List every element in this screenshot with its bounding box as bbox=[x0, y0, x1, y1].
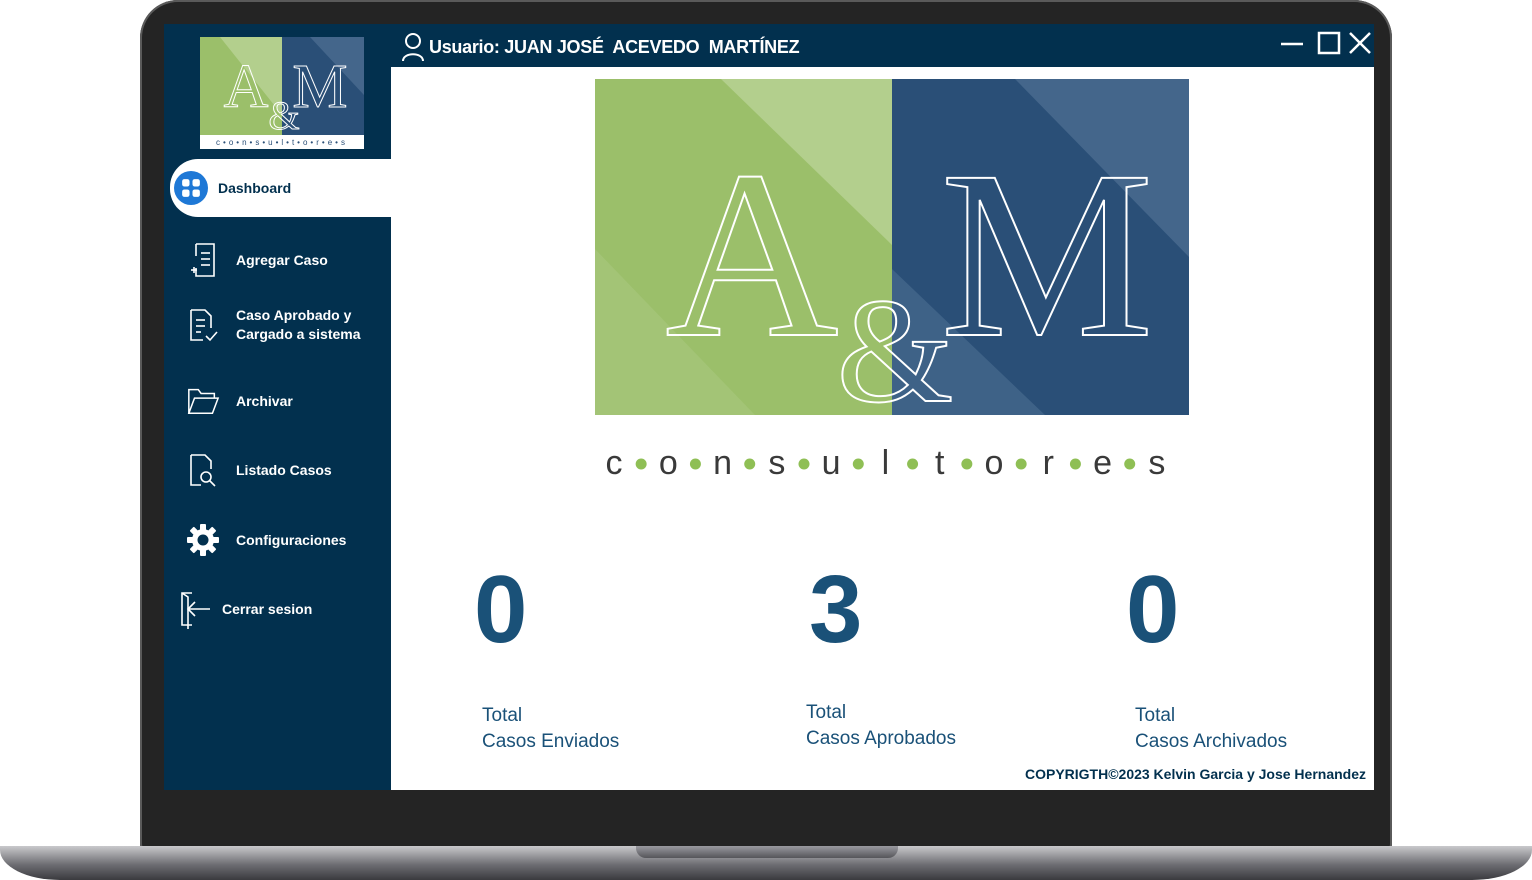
tagline-letter: s bbox=[768, 444, 785, 482]
tagline-letter: r bbox=[1043, 444, 1054, 482]
approved-document-icon bbox=[186, 306, 220, 344]
sidebar-item-cerrar-sesion[interactable]: Cerrar sesion bbox=[164, 579, 391, 639]
stat-casos-aprobados-value: 3 bbox=[809, 556, 863, 663]
tagline-dot bbox=[744, 458, 756, 470]
user-info: Usuario: JUAN JOSÉ ACEVEDO MARTÍNEZ bbox=[401, 32, 800, 62]
search-document-icon bbox=[186, 451, 220, 489]
svg-text:M: M bbox=[292, 53, 347, 121]
tagline-letter: c bbox=[606, 444, 623, 482]
folder-icon bbox=[186, 382, 220, 420]
logo-letter-m: M bbox=[940, 121, 1153, 387]
stat-casos-aprobados-label: Total Casos Aprobados bbox=[806, 702, 956, 749]
logout-icon bbox=[178, 590, 212, 629]
close-button[interactable] bbox=[1347, 30, 1373, 56]
sidebar: A & M c•o•n•s•u•l•t•o•r•e•s Dashboard Ag… bbox=[164, 24, 391, 790]
logo-ampersand: & bbox=[837, 268, 954, 415]
tagline-letter: o bbox=[985, 444, 1004, 482]
svg-text:c•o•n•s•u•l•t•o•r•e•s: c•o•n•s•u•l•t•o•r•e•s bbox=[216, 138, 348, 147]
sidebar-item-label: Dashboard bbox=[218, 180, 292, 196]
company-tagline: consultores bbox=[606, 444, 1166, 482]
sidebar-item-agregar-caso[interactable]: Agregar Caso bbox=[164, 230, 391, 290]
tagline-letter: o bbox=[659, 444, 678, 482]
tagline-letter: t bbox=[935, 444, 945, 482]
add-document-icon bbox=[186, 241, 220, 279]
title-bar: Usuario: JUAN JOSÉ ACEVEDO MARTÍNEZ bbox=[391, 24, 1374, 67]
dashboard-icon bbox=[174, 169, 208, 207]
logo-letter-a: A bbox=[665, 121, 838, 387]
svg-text:A: A bbox=[224, 53, 269, 121]
gear-icon bbox=[186, 521, 220, 559]
sidebar-item-configuraciones[interactable]: Configuraciones bbox=[164, 510, 391, 570]
sidebar-item-archivar[interactable]: Archivar bbox=[164, 371, 391, 431]
tagline-dot bbox=[852, 458, 864, 470]
sidebar-item-dashboard[interactable]: Dashboard bbox=[170, 159, 391, 217]
stat-casos-enviados-label: Total Casos Enviados bbox=[482, 705, 620, 752]
tagline-letter: n bbox=[713, 444, 732, 482]
sidebar-item-listado-casos[interactable]: Listado Casos bbox=[164, 440, 391, 500]
sidebar-item-caso-aprobado[interactable]: Caso Aprobado y Cargado a sistema bbox=[164, 295, 391, 355]
user-label: Usuario: JUAN JOSÉ ACEVEDO MARTÍNEZ bbox=[429, 36, 800, 57]
sidebar-item-label: Archivar bbox=[236, 393, 293, 409]
tagline-dot bbox=[689, 458, 701, 470]
app-window: A & M c•o•n•s•u•l•t•o•r•e•s Dashboard Ag… bbox=[164, 24, 1374, 790]
sidebar-item-label: Cerrar sesion bbox=[222, 601, 313, 617]
sidebar-logo: A & M c•o•n•s•u•l•t•o•r•e•s bbox=[200, 37, 364, 149]
sidebar-item-label: Agregar Caso bbox=[236, 252, 328, 268]
copyright-text: COPYRIGTH©2023 Kelvin Garcia y Jose Hern… bbox=[1024, 766, 1366, 782]
tagline-dot bbox=[1015, 458, 1027, 470]
tagline-dot bbox=[1124, 458, 1136, 470]
tagline-dot bbox=[635, 458, 647, 470]
maximize-button[interactable] bbox=[1316, 30, 1342, 56]
tagline-dot bbox=[798, 458, 810, 470]
stat-casos-archivados-label: Total Casos Archivados bbox=[1135, 705, 1288, 752]
sidebar-item-label: Caso Aprobado y Cargado a sistema bbox=[236, 307, 361, 342]
minimize-button[interactable] bbox=[1279, 30, 1305, 56]
tagline-letter: l bbox=[882, 444, 890, 482]
tagline-letter: s bbox=[1148, 444, 1165, 482]
laptop-notch bbox=[636, 846, 898, 858]
company-logo: A & M bbox=[595, 79, 1189, 415]
tagline-dot bbox=[961, 458, 973, 470]
sidebar-item-label: Listado Casos bbox=[236, 462, 332, 478]
sidebar-item-label: Configuraciones bbox=[236, 532, 347, 548]
stat-casos-enviados-value: 0 bbox=[474, 556, 528, 663]
tagline-dot bbox=[907, 458, 919, 470]
stat-casos-archivados-value: 0 bbox=[1126, 556, 1180, 663]
user-icon bbox=[402, 33, 424, 62]
tagline-dot bbox=[1069, 458, 1081, 470]
tagline-letter: u bbox=[822, 444, 841, 482]
tagline-letter: e bbox=[1093, 444, 1112, 482]
